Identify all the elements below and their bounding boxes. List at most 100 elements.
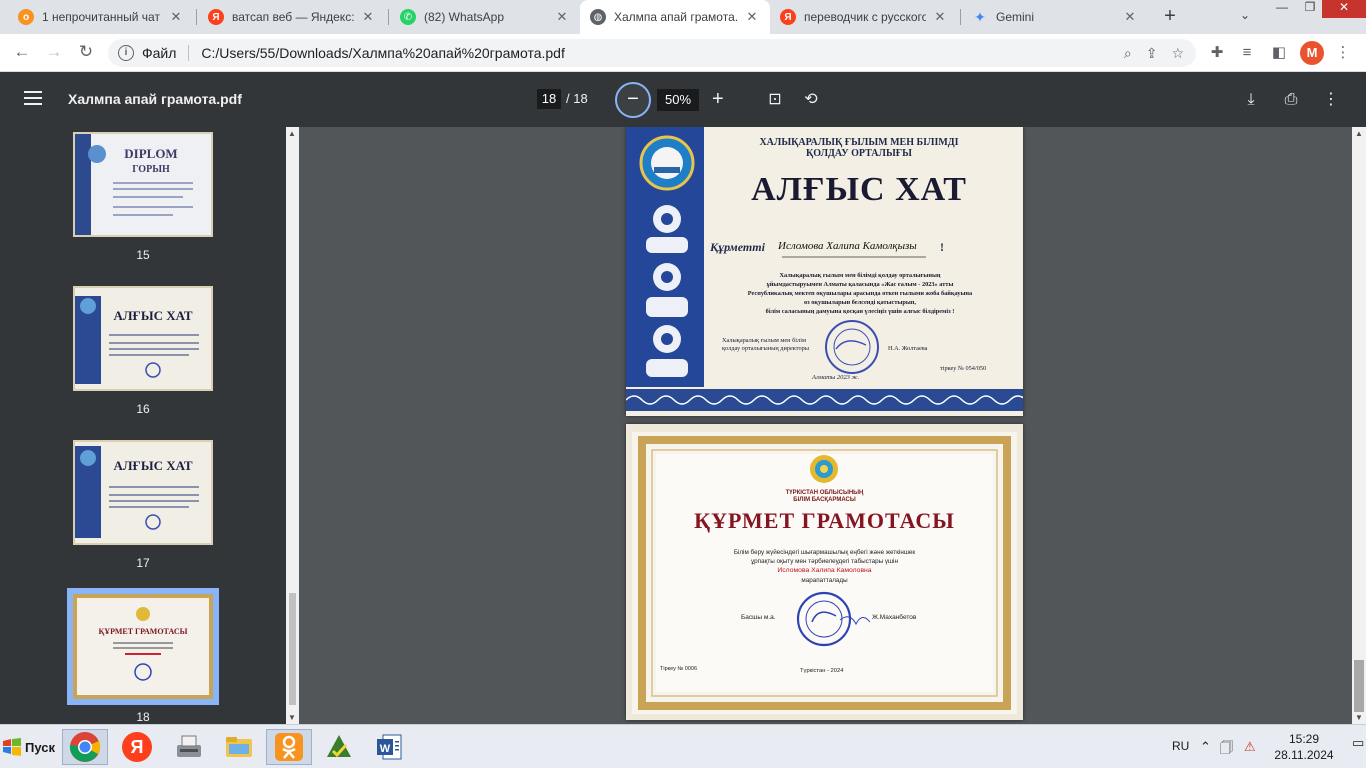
address-scheme: Файл [142, 45, 177, 61]
page-total: / 18 [566, 91, 588, 106]
thumb-18-heading: ҚҰРМЕТ ГРАМОТАСЫ [99, 627, 188, 636]
print-icon[interactable]: ⎙ [1280, 89, 1302, 111]
tab-title: Халмпа апай грамота.pd [614, 10, 738, 24]
bookmark-star-icon[interactable]: ☆ [1171, 45, 1184, 62]
windows-logo-icon [3, 738, 21, 756]
new-tab-button[interactable]: + [1158, 5, 1182, 29]
pdf-more-icon[interactable]: ⋮ [1320, 89, 1342, 111]
network-status-icon[interactable]: ⚠ [1244, 739, 1256, 755]
reload-button[interactable]: ↻ [74, 42, 98, 64]
gramota-sign-left: Басшы м.а. [741, 614, 776, 621]
thumbnail-sidebar: DIPLOM ГОРЫН 15 АЛҒЫС ХАТ 16 АЛҒЫС ХАТ 1… [0, 127, 286, 724]
sidebar-scrollbar[interactable]: ▲ ▼ [286, 127, 299, 724]
thumbnail-label: 16 [136, 402, 150, 416]
taskbar-word[interactable]: W [366, 729, 412, 765]
extensions-icon[interactable]: ✚ [1206, 42, 1228, 64]
address-url[interactable]: C:/Users/55/Downloads/Халмпа%20апай%20гр… [201, 45, 564, 61]
side-panel-icon[interactable]: ◧ [1268, 42, 1290, 64]
taskbar-odnoklassniki[interactable] [266, 729, 312, 765]
notifications-icon[interactable]: ▭ [1352, 735, 1364, 751]
file-explorer-icon [226, 737, 252, 757]
thumbnail-page-15[interactable]: DIPLOM ГОРЫН [73, 132, 213, 237]
thumb-17-heading: АЛҒЫС ХАТ [113, 458, 192, 473]
close-tab-icon[interactable]: ✕ [168, 9, 184, 25]
tab-yandex-search[interactable]: Я ватсап веб — Яндекс: на ✕ [198, 0, 386, 34]
tab-pdf-active[interactable]: ◍ Халмпа апай грамота.pd ✕ [580, 0, 770, 34]
tab-title: 1 непрочитанный чат [42, 10, 160, 24]
tab-whatsapp[interactable]: ✆ (82) WhatsApp ✕ [390, 0, 580, 34]
word-icon: W [377, 734, 402, 760]
close-tab-icon[interactable]: ✕ [932, 9, 948, 25]
clock-date: 28.11.2024 [1274, 748, 1334, 762]
language-indicator[interactable]: RU [1172, 739, 1189, 753]
zoom-in-button[interactable]: + [712, 88, 724, 111]
gramota-signer: Ж.Маханбетов [872, 614, 917, 621]
thumbnail-page-17[interactable]: АЛҒЫС ХАТ [73, 440, 213, 545]
browser-menu-icon[interactable]: ⋮ [1332, 42, 1354, 64]
taskbar-yandex[interactable]: Я [114, 729, 160, 765]
gramota-place: Түркістан - 2024 [800, 668, 844, 674]
start-label: Пуск [25, 739, 55, 755]
window-close-button[interactable]: ✕ [1322, 0, 1366, 18]
site-info-icon[interactable]: i [118, 45, 134, 61]
fit-page-icon[interactable]: ⊡ [764, 89, 786, 111]
forward-button[interactable]: → [42, 42, 66, 64]
close-tab-icon[interactable]: ✕ [554, 9, 570, 25]
zoom-input[interactable]: 50% [657, 89, 699, 111]
page-number-input[interactable]: 18 [537, 89, 561, 109]
thumbnail-page-16[interactable]: АЛҒЫС ХАТ [73, 286, 213, 391]
windows-taskbar: Пуск Я W RU ⌃ 🗍 ⚠ 15:29 28.11.2024 ▭ [0, 724, 1366, 768]
thumb-15-heading: DIPLOM [124, 146, 177, 161]
viewer-scrollbar[interactable]: ▲ ▼ [1352, 127, 1366, 724]
start-button[interactable]: Пуск [2, 733, 55, 761]
tab-title: переводчик с русского н [804, 10, 926, 24]
alghys-salute: Құрметті [710, 240, 765, 254]
media-control-icon[interactable]: ≡ [1236, 42, 1258, 64]
thumbnail-label: 17 [136, 556, 150, 570]
address-bar[interactable]: i Файл C:/Users/55/Downloads/Халмпа%20ап… [108, 39, 1196, 67]
whatsapp-icon: ✆ [400, 9, 416, 25]
yandex-icon: Я [780, 9, 796, 25]
odnoklassniki-icon [275, 733, 303, 761]
tab-title: (82) WhatsApp [424, 10, 505, 24]
close-tab-icon[interactable]: ✕ [1122, 9, 1138, 25]
tray-expand-icon[interactable]: ⌃ [1200, 739, 1211, 755]
checklist-app-icon [327, 735, 351, 758]
tab-gemini[interactable]: ✦ Gemini ✕ [962, 0, 1148, 34]
back-button[interactable]: ← [10, 42, 34, 64]
taskbar-scanner[interactable] [166, 729, 212, 765]
tray-device-icon[interactable]: 🗍 [1220, 739, 1233, 761]
system-clock[interactable]: 15:29 28.11.2024 [1264, 731, 1344, 763]
close-tab-icon[interactable]: ✕ [744, 9, 760, 25]
minimize-button[interactable]: — [1268, 0, 1296, 18]
profile-avatar[interactable]: M [1300, 41, 1324, 65]
svg-text:W: W [380, 743, 391, 755]
rotate-icon[interactable]: ⟲ [800, 89, 822, 111]
sidebar-menu-icon[interactable] [24, 91, 42, 105]
zoom-search-icon[interactable]: ⌕ [1124, 45, 1132, 62]
ok-icon: о [18, 9, 34, 25]
clock-time: 15:29 [1288, 732, 1320, 746]
pdf-viewer[interactable]: ХАЛЫҚАРАЛЫҚ ҒЫЛЫМ МЕН БІЛІМДІ ҚОЛДАУ ОРТ… [299, 127, 1352, 724]
alghys-title: АЛҒЫС ХАТ [751, 171, 967, 208]
thumb-15-subheading: ГОРЫН [132, 164, 170, 175]
pdf-page-alghys-khat: ХАЛЫҚАРАЛЫҚ ҒЫЛЫМ МЕН БІЛІМДІ ҚОЛДАУ ОРТ… [626, 127, 1023, 416]
tab-ok[interactable]: о 1 непрочитанный чат ✕ [8, 0, 194, 34]
close-tab-icon[interactable]: ✕ [360, 9, 376, 25]
download-icon[interactable]: ⤓ [1240, 89, 1262, 111]
gemini-icon: ✦ [974, 8, 986, 25]
share-icon[interactable]: ⇪ [1146, 45, 1158, 62]
zoom-out-button[interactable]: − [615, 82, 651, 118]
alghys-reg: тіркеу № 054/050 [940, 365, 987, 372]
taskbar-checklist-app[interactable] [316, 729, 362, 765]
gramota-awarded: марапатталады [801, 577, 848, 584]
taskbar-explorer[interactable] [216, 729, 262, 765]
thumbnail-page-18-selected[interactable]: ҚҰРМЕТ ГРАМОТАСЫ [67, 588, 219, 705]
taskbar-chrome[interactable] [62, 729, 108, 765]
alghys-body: Халықаралық ғылым мен білімді қолдау орт… [747, 272, 973, 315]
thumbnail-label: 18 [136, 710, 150, 724]
alghys-signer: Н.А. Жолтаева [888, 345, 928, 352]
tab-search-chevron-icon[interactable]: ⌄ [1240, 8, 1250, 22]
tab-translator[interactable]: Я переводчик с русского н ✕ [770, 0, 958, 34]
restore-button[interactable]: ❐ [1296, 0, 1324, 18]
